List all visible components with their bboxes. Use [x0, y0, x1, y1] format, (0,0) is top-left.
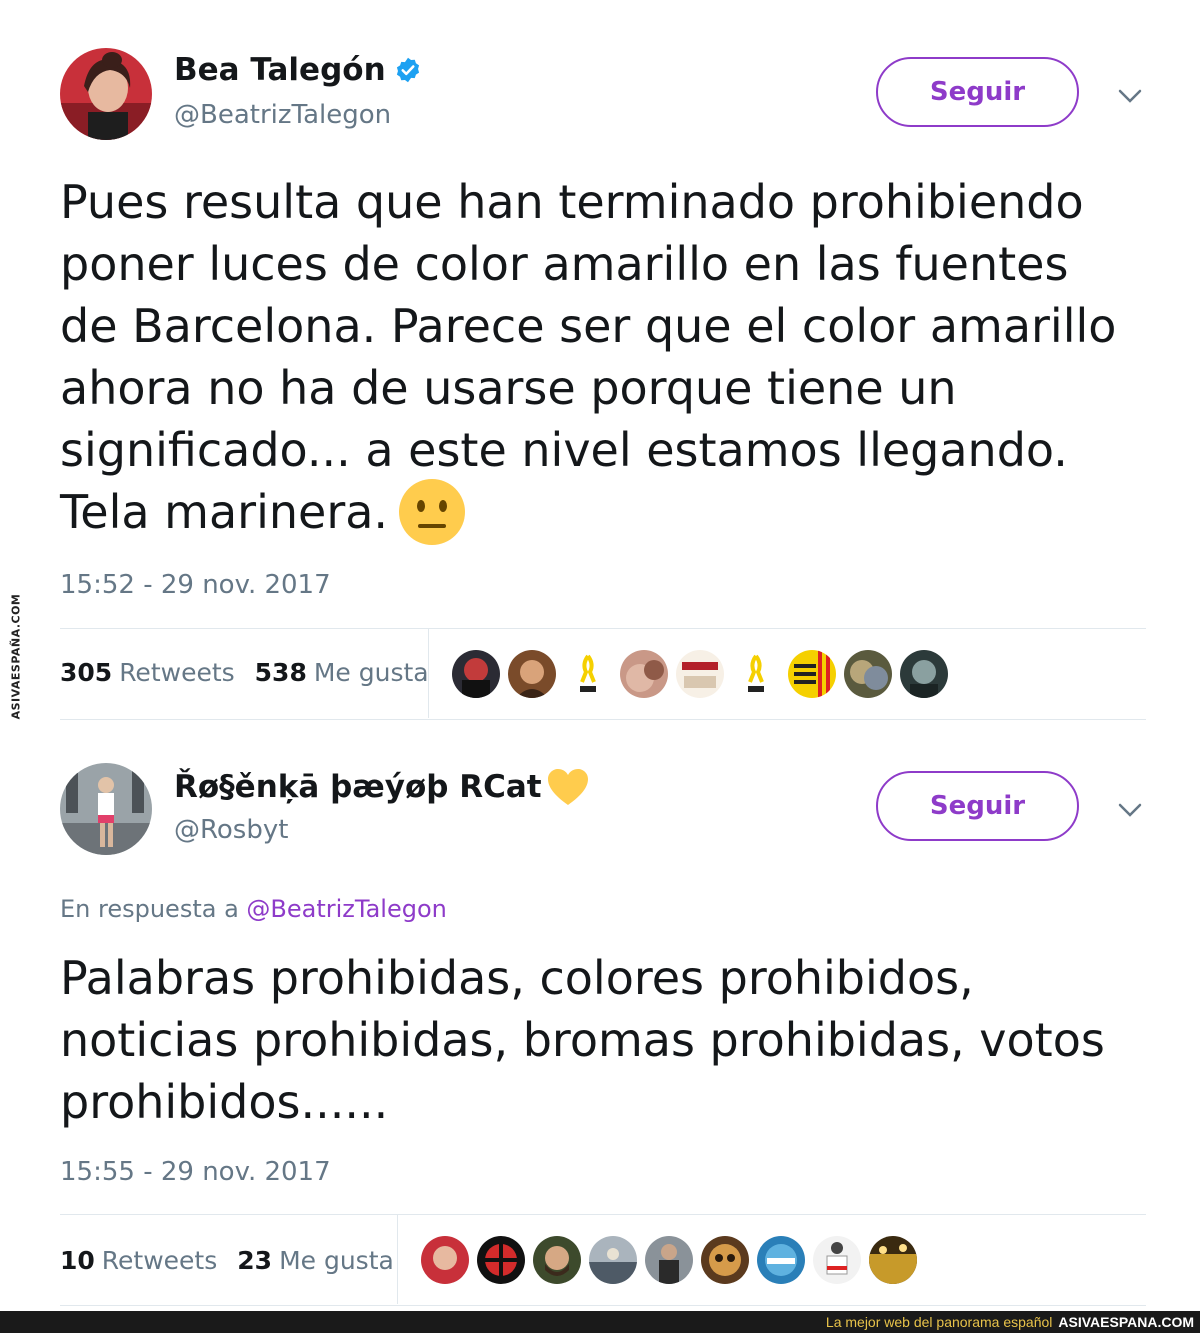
- retweets-stat[interactable]: 10 Retweets: [60, 1246, 217, 1275]
- liker-avatar[interactable]: [788, 650, 836, 698]
- liker-avatar[interactable]: [589, 1236, 637, 1284]
- divider: [60, 1214, 1146, 1215]
- footer-site-link[interactable]: ASIVAESPANA.COM: [1058, 1314, 1194, 1330]
- likes-label: Me gusta: [279, 1246, 394, 1275]
- likes-stat[interactable]: 23 Me gusta: [237, 1246, 394, 1275]
- footer-bar: La mejor web del panorama español ASIVAE…: [0, 1311, 1200, 1333]
- tweet-text: Palabras prohibidas, colores prohibidos,…: [60, 947, 1160, 1133]
- liker-avatar[interactable]: [844, 650, 892, 698]
- avatar[interactable]: [60, 48, 152, 140]
- stats-separator: [428, 628, 429, 718]
- divider: [60, 628, 1146, 629]
- liker-avatar[interactable]: [564, 650, 612, 698]
- timestamp[interactable]: 15:52 - 29 nov. 2017: [60, 570, 331, 600]
- retweets-label: Retweets: [119, 658, 235, 687]
- user-handle[interactable]: @BeatrizTalegon: [174, 100, 391, 130]
- likes-count: 538: [254, 658, 307, 687]
- liker-avatar[interactable]: [757, 1236, 805, 1284]
- reply-context: En respuesta a @BeatrizTalegon: [60, 895, 447, 923]
- liker-avatar[interactable]: [701, 1236, 749, 1284]
- tweet-body: Pues resulta que han terminado prohibien…: [60, 175, 1117, 539]
- liker-avatar[interactable]: [900, 650, 948, 698]
- name-row: Bea Talegón: [174, 52, 422, 88]
- liker-avatar[interactable]: [869, 1236, 917, 1284]
- retweets-label: Retweets: [101, 1246, 218, 1275]
- divider: [60, 1305, 1146, 1306]
- chevron-down-icon[interactable]: [1115, 86, 1145, 106]
- liker-avatar[interactable]: [813, 1236, 861, 1284]
- liker-avatar[interactable]: [620, 650, 668, 698]
- liked-by-avatars: [421, 1236, 925, 1284]
- engagement-stats: 305 Retweets 538 Me gusta: [60, 658, 449, 687]
- retweets-stat[interactable]: 305 Retweets: [60, 658, 235, 687]
- reply-prefix: En respuesta a: [60, 895, 239, 923]
- stats-separator: [397, 1214, 398, 1304]
- liker-avatar[interactable]: [477, 1236, 525, 1284]
- verified-badge-icon: [396, 57, 419, 83]
- liker-avatar[interactable]: [421, 1236, 469, 1284]
- liker-avatar[interactable]: [533, 1236, 581, 1284]
- engagement-stats: 10 Retweets 23 Me gusta: [60, 1246, 414, 1275]
- liker-avatar[interactable]: [508, 650, 556, 698]
- likes-stat[interactable]: 538 Me gusta: [255, 658, 429, 687]
- side-watermark-text: ASIVAESPAÑA.COM: [9, 593, 23, 719]
- retweets-count: 305: [60, 658, 113, 687]
- retweets-count: 10: [60, 1246, 95, 1275]
- timestamp[interactable]: 15:55 - 29 nov. 2017: [60, 1157, 331, 1187]
- follow-button[interactable]: Seguir: [876, 771, 1079, 841]
- liker-avatar[interactable]: [676, 650, 724, 698]
- tweet-2: Řø§ěnķā þæýøþ RCat @Rosbyt Seguir En res…: [0, 720, 1200, 1310]
- likes-count: 23: [237, 1246, 273, 1275]
- user-handle[interactable]: @Rosbyt: [174, 815, 288, 845]
- name-row: Řø§ěnķā þæýøþ RCat: [174, 767, 590, 807]
- yellow-heart-icon: [547, 769, 588, 805]
- display-name[interactable]: Bea Talegón: [174, 52, 386, 88]
- follow-button[interactable]: Seguir: [876, 57, 1079, 127]
- likes-label: Me gusta: [313, 658, 429, 687]
- tweet-1: Bea Talegón @BeatrizTalegon Seguir Pues …: [0, 0, 1200, 720]
- liker-avatar[interactable]: [452, 650, 500, 698]
- reply-mention-link[interactable]: @BeatrizTalegon: [246, 895, 446, 923]
- side-watermark: ASIVAESPAÑA.COM: [4, 593, 28, 719]
- display-name[interactable]: Řø§ěnķā þæýøþ RCat: [174, 769, 542, 805]
- liker-avatar[interactable]: [732, 650, 780, 698]
- liker-avatar[interactable]: [645, 1236, 693, 1284]
- footer-tagline: La mejor web del panorama español: [825, 1314, 1053, 1330]
- avatar[interactable]: [60, 763, 152, 855]
- chevron-down-icon[interactable]: [1115, 800, 1145, 820]
- tweet-body: Palabras prohibidas, colores prohibidos,…: [60, 951, 1105, 1129]
- tweet-text: Pues resulta que han terminado prohibien…: [60, 171, 1160, 546]
- liked-by-avatars: [452, 650, 956, 698]
- neutral-face-icon: [399, 478, 466, 545]
